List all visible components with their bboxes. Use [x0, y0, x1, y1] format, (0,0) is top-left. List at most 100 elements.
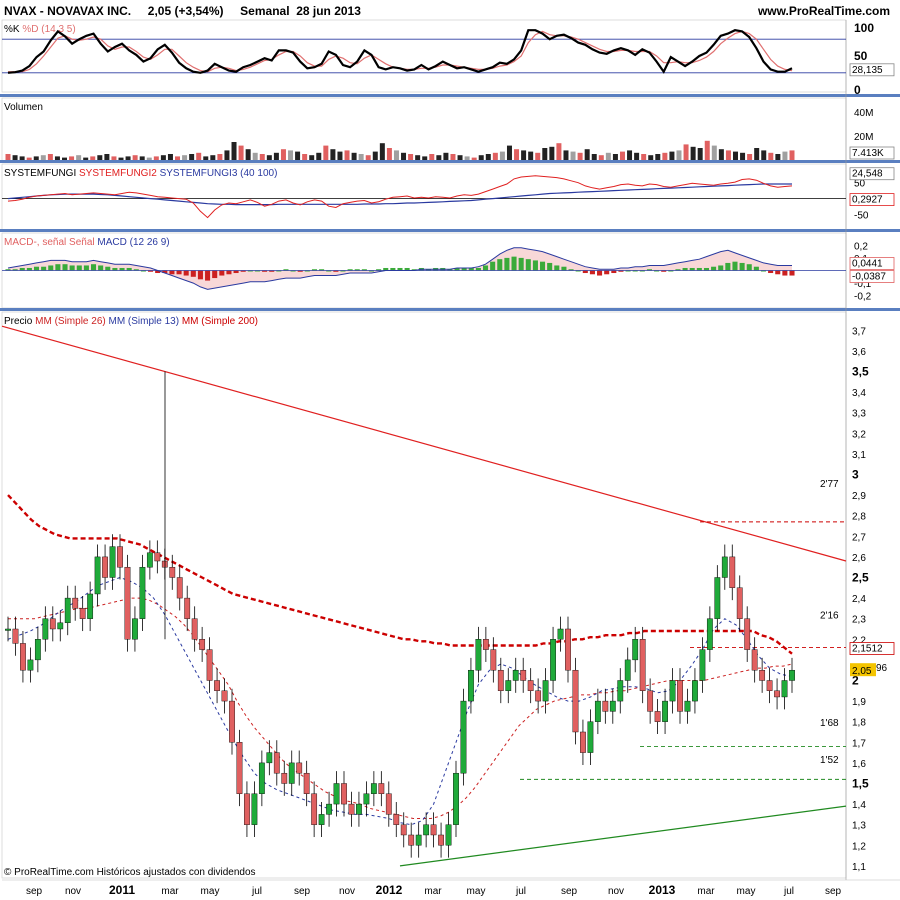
candle-body	[303, 772, 310, 794]
x-axis-label: sep	[26, 886, 43, 897]
candle-body	[736, 587, 743, 619]
macd-hist-bar	[55, 264, 61, 271]
volume-bar	[125, 156, 131, 160]
volume-bar	[217, 154, 223, 160]
volume-bar	[711, 145, 717, 160]
volume-bar	[153, 156, 159, 160]
volume-bar	[697, 148, 703, 160]
price-title-part: MM (Simple 26)	[32, 316, 105, 327]
volume-bar	[323, 145, 329, 160]
volume-bar	[591, 154, 597, 160]
volume-bar	[436, 155, 442, 160]
candle-body	[468, 669, 474, 702]
candle-body	[774, 690, 780, 698]
volume-bar	[577, 152, 583, 160]
volume-bar	[563, 150, 569, 160]
candle-body	[408, 834, 415, 846]
x-axis-label: mar	[424, 886, 442, 897]
volume-bar	[768, 152, 774, 160]
macd-hist-bar	[732, 261, 738, 271]
x-axis-label: may	[467, 886, 486, 897]
price-tick: 3,7	[852, 326, 866, 337]
volume-bar	[273, 152, 279, 160]
candle-body	[624, 659, 631, 681]
price-title: Precio MM (Simple 26) MM (Simple 13) MM …	[4, 316, 258, 327]
macd-hist-bar	[554, 265, 560, 271]
macd-hist-bar	[90, 264, 97, 271]
candle-body	[512, 669, 519, 681]
candle-body	[273, 752, 280, 774]
candle-body	[520, 669, 527, 681]
candle-body	[79, 608, 86, 619]
panel-separator	[0, 160, 900, 163]
price-tick: 3,4	[852, 388, 866, 399]
candle-body	[751, 649, 758, 671]
volume-bar	[789, 150, 795, 160]
volume-bar	[358, 154, 364, 160]
panel-frame	[1, 19, 847, 93]
macd-hist-bar	[176, 270, 182, 275]
candle-body	[639, 639, 646, 691]
price-tick: 3,6	[852, 347, 866, 358]
volume-bar	[528, 151, 534, 160]
candle-body	[370, 783, 377, 794]
macd-hist-bar	[718, 265, 724, 271]
candle-body	[117, 546, 123, 568]
macd-hist-bar	[482, 265, 489, 271]
price-tick: 3	[852, 467, 859, 481]
fungi-title-part: SYSTEMFUNGI3 (40 100)	[157, 168, 278, 179]
volume-bar	[704, 140, 710, 160]
volume-bar	[337, 151, 343, 160]
price-tick: 1,4	[852, 800, 866, 811]
volume-bar	[556, 143, 562, 160]
candle-body	[490, 649, 497, 671]
volume-bar	[266, 155, 272, 160]
volume-bar	[584, 149, 590, 160]
candle-body	[400, 824, 407, 836]
volume-bar	[54, 156, 60, 160]
candle-body	[706, 618, 713, 650]
candle-body	[572, 669, 579, 733]
price-tick: 1,2	[852, 841, 866, 852]
price-title-part: MM (Simple 200)	[179, 316, 258, 327]
stoch-title-part: %D (14 3 5)	[20, 24, 76, 35]
candle-body	[184, 597, 191, 619]
volume-bar	[252, 152, 258, 160]
volume-bar	[429, 154, 435, 160]
price-tick: 3,5	[852, 364, 869, 378]
volume-bar	[464, 156, 470, 160]
volume-bar	[619, 151, 625, 160]
macd-hist-bar	[41, 266, 47, 271]
fungi-tick-50: 50	[854, 179, 866, 190]
x-axis-label: may	[737, 886, 756, 897]
candle-body	[781, 680, 788, 698]
volume-bar	[401, 152, 407, 160]
candle-body	[94, 556, 101, 595]
candle-body	[445, 824, 452, 846]
candle-body	[214, 680, 220, 691]
price-tick: 1,9	[852, 697, 866, 708]
candle-body	[497, 669, 504, 691]
volume-bar	[69, 156, 75, 160]
candle-body	[594, 700, 601, 722]
volume-bar	[40, 155, 46, 160]
volume-bar	[111, 156, 117, 160]
panel-separator	[0, 94, 900, 97]
candle-body	[258, 762, 265, 794]
macd-hist-bar	[532, 260, 538, 271]
volume-bar	[175, 156, 181, 160]
macd-hist-bar	[212, 270, 218, 279]
candle-body	[27, 659, 34, 671]
volume-bar	[259, 154, 265, 160]
macd-hist-bar	[504, 257, 510, 271]
x-axis-label: mar	[697, 886, 715, 897]
volume-bar	[372, 151, 378, 160]
price-tick: 1,7	[852, 738, 866, 749]
macd-title-part: MACD (12 26 9)	[95, 237, 170, 248]
candle-body	[326, 803, 332, 815]
x-axis-label: sep	[294, 886, 311, 897]
volume-bar	[676, 150, 682, 160]
candle-body	[729, 556, 736, 588]
candle-body	[453, 772, 459, 825]
volume-bar	[492, 152, 498, 160]
